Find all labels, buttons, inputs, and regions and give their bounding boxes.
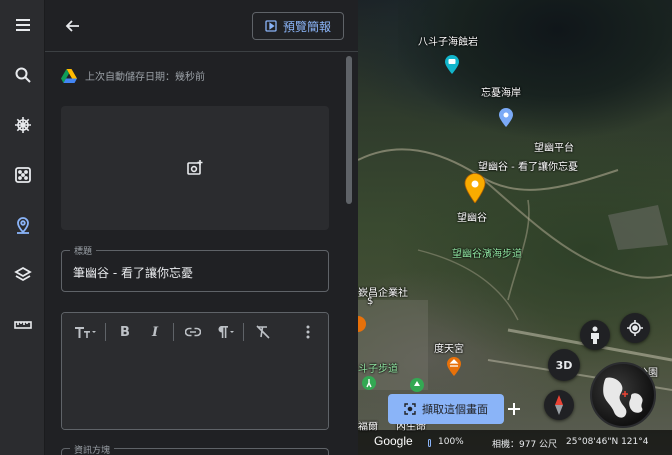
panel-scrollbar[interactable]	[346, 56, 352, 204]
menu-button[interactable]	[0, 5, 45, 45]
description-textarea[interactable]	[62, 351, 328, 429]
place-pin-icon[interactable]	[498, 107, 514, 127]
overview-globe[interactable]	[590, 362, 656, 428]
map-pin-icon	[16, 217, 29, 234]
toolbar-divider	[243, 323, 244, 341]
feeling-lucky-button[interactable]	[0, 155, 45, 195]
capture-view-label: 擷取這個畫面	[422, 403, 488, 416]
menu-icon	[15, 19, 30, 31]
clear-format-icon	[256, 325, 270, 339]
compass-icon	[555, 395, 563, 415]
toolbar-divider	[105, 323, 106, 341]
coordinates: 25°08'46"N 121°4	[566, 437, 649, 447]
dice-icon	[14, 167, 31, 183]
map-style-button[interactable]	[0, 255, 45, 295]
more-vert-icon	[306, 325, 310, 339]
plus-icon	[508, 403, 520, 415]
hiking-icon[interactable]	[362, 376, 376, 390]
title-field-label: 標題	[70, 244, 97, 257]
map-label[interactable]: 望幽谷	[457, 209, 487, 224]
map-label[interactable]: 望幽平台	[534, 139, 574, 154]
toggle-3d-button[interactable]: 3D	[548, 349, 580, 381]
map-label[interactable]: 望幽谷 - 看了讓你忘憂	[478, 158, 578, 173]
measure-button[interactable]	[0, 305, 45, 345]
title-field-value[interactable]: 筆幽谷 - 看了讓你忘憂	[73, 264, 193, 281]
add-photo-icon	[187, 160, 203, 175]
title-field[interactable]: 標題 筆幽谷 - 看了讓你忘憂	[61, 244, 329, 292]
preview-label: 預覽簡報	[282, 19, 331, 34]
map-label[interactable]: 度天宮	[434, 340, 464, 355]
trail-label[interactable]: 斗子步道	[358, 360, 398, 375]
arrow-left-icon	[65, 20, 79, 32]
play-box-icon	[265, 20, 277, 32]
ruler-icon	[13, 321, 32, 329]
more-options-button[interactable]	[298, 321, 318, 343]
map-label: $	[367, 296, 374, 307]
map-label[interactable]: 八斗子海蝕岩	[418, 33, 478, 48]
attraction-pin-icon[interactable]	[444, 54, 460, 74]
google-drive-icon	[61, 68, 77, 83]
clear-format-button[interactable]	[251, 321, 275, 343]
streaming-percent: 100%	[438, 437, 464, 447]
search-icon	[15, 67, 31, 83]
street-view-button[interactable]	[580, 320, 610, 350]
projects-button[interactable]	[0, 205, 45, 245]
voyager-button[interactable]	[0, 105, 45, 145]
autosave-status: 上次自動儲存日期：幾秒前	[61, 68, 205, 83]
text-size-button[interactable]	[72, 321, 98, 343]
paragraph-button[interactable]	[212, 321, 238, 343]
search-button[interactable]	[0, 55, 45, 95]
temple-pin-icon[interactable]	[446, 356, 462, 376]
add-view-button[interactable]	[504, 394, 524, 424]
project-editor-panel: 預覽簡報 上次自動儲存日期：幾秒前 標題 筆幽谷 - 看了讓你忘憂 B I 資訊…	[45, 0, 358, 455]
left-rail	[0, 0, 45, 455]
text-size-icon	[75, 327, 96, 338]
screenshot-icon	[404, 403, 416, 415]
map-label[interactable]: 嶔昌企業社	[358, 284, 408, 299]
description-editor: B I	[61, 312, 329, 430]
my-location-icon	[627, 320, 643, 336]
google-logo: Google	[374, 434, 413, 448]
my-location-button[interactable]	[620, 313, 650, 343]
map-status-bar: Google 100% 相機：977 公尺 25°08'46"N 121°4	[358, 430, 672, 455]
editor-toolbar: B I	[62, 313, 328, 351]
info-box-field[interactable]: 資訊方塊	[61, 443, 329, 455]
bold-button[interactable]: B	[114, 321, 136, 343]
italic-button[interactable]: I	[144, 321, 166, 343]
map-label[interactable]: 忘憂海岸	[481, 84, 521, 99]
layers-icon	[13, 266, 32, 282]
streaming-indicator-icon	[428, 439, 431, 447]
add-media-area[interactable]	[61, 106, 329, 230]
camera-altitude: 相機：977 公尺	[492, 440, 558, 450]
pegman-icon	[591, 326, 599, 344]
panel-header: 預覽簡報	[45, 0, 358, 52]
ship-wheel-icon	[14, 117, 31, 133]
back-button[interactable]	[61, 14, 85, 38]
paragraph-icon	[218, 326, 234, 338]
link-icon	[185, 327, 201, 337]
autosave-text: 上次自動儲存日期：幾秒前	[85, 72, 205, 83]
park-icon[interactable]	[410, 378, 424, 392]
compass-button[interactable]	[544, 390, 574, 420]
selected-location-marker-icon[interactable]	[464, 173, 486, 203]
preview-presentation-button[interactable]: 預覽簡報	[252, 12, 344, 40]
info-box-label: 資訊方塊	[70, 443, 115, 455]
earth-map-view[interactable]: 八斗子海蝕岩 忘憂海岸 望幽平台 望幽谷 - 看了讓你忘憂 望幽谷 望幽谷濱海步…	[358, 0, 672, 455]
toolbar-divider	[173, 323, 174, 341]
capture-view-button[interactable]: 擷取這個畫面	[388, 394, 504, 424]
trail-label[interactable]: 望幽谷濱海步道	[452, 245, 522, 260]
link-button[interactable]	[181, 321, 205, 343]
